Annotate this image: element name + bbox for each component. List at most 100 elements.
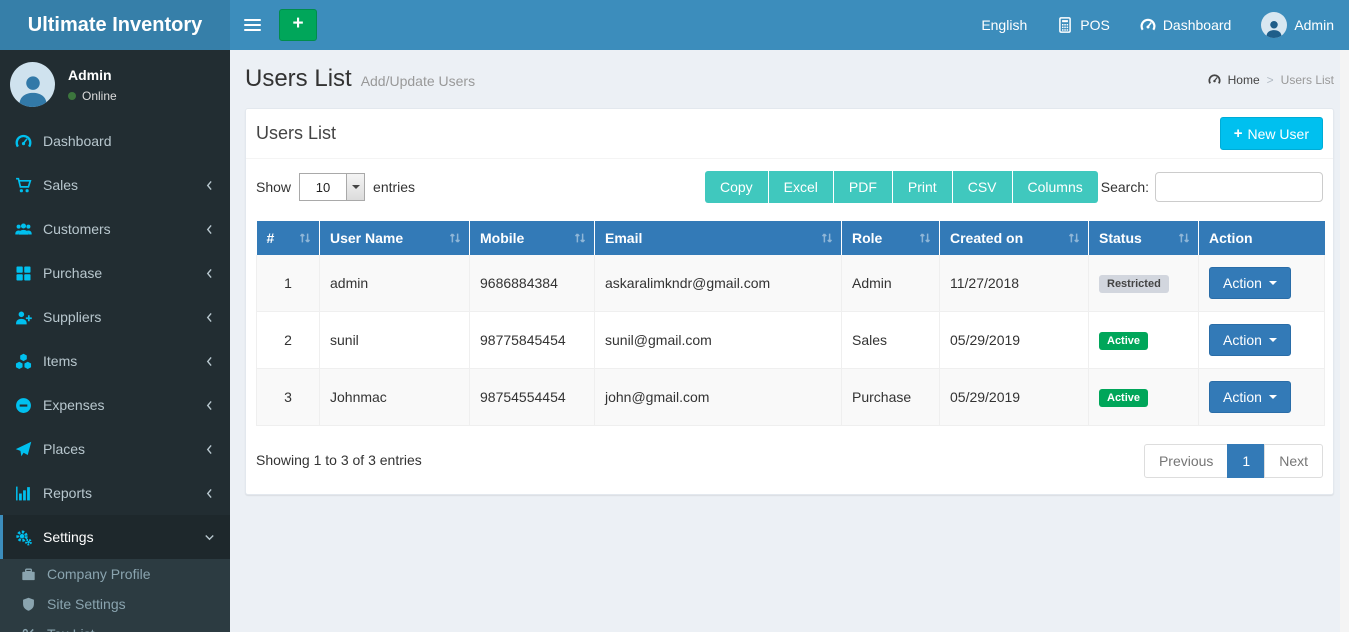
copy-button[interactable]: Copy [705, 171, 769, 203]
chevron-left-icon [203, 223, 216, 236]
tachometer-icon [1208, 73, 1221, 86]
sidebar-item-tax-list[interactable]: Tax List [0, 619, 230, 632]
page-title: Users List [245, 65, 352, 93]
column-header-created[interactable]: Created on [940, 221, 1089, 255]
cell-role: Sales [842, 312, 940, 369]
cell-mobile: 98754554454 [470, 369, 595, 426]
pagination-page-1[interactable]: 1 [1227, 444, 1265, 478]
shield-icon [21, 597, 36, 612]
quick-add-button[interactable]: + [279, 9, 317, 41]
print-button[interactable]: Print [893, 171, 953, 203]
sidebar-item-settings[interactable]: Settings [0, 515, 230, 559]
submenu-item-label: Company Profile [47, 566, 151, 582]
status-badge: Restricted [1099, 275, 1169, 293]
plus-icon: + [1234, 125, 1243, 142]
row-action-button[interactable]: Action [1209, 381, 1291, 413]
briefcase-icon [21, 567, 36, 582]
percent-icon [21, 627, 36, 632]
entries-label: entries [373, 179, 415, 195]
excel-button[interactable]: Excel [769, 171, 834, 203]
sort-icon [918, 231, 932, 245]
cell-role: Purchase [842, 369, 940, 426]
sidebar-toggle-icon[interactable] [230, 0, 275, 50]
new-user-button[interactable]: + New User [1220, 117, 1323, 150]
nav-dashboard[interactable]: Dashboard [1125, 0, 1247, 50]
breadcrumb: Home > Users List [1208, 73, 1334, 87]
sidebar-item-label: Places [43, 441, 85, 457]
sidebar-item-customers[interactable]: Customers [0, 207, 230, 251]
chevron-down-icon [203, 531, 216, 544]
table-row: 1 admin 9686884384 askaralimkndr@gmail.c… [257, 255, 1325, 312]
sidebar-item-suppliers[interactable]: Suppliers [0, 295, 230, 339]
sidebar-item-label: Items [43, 353, 77, 369]
sidebar-item-dashboard[interactable]: Dashboard [0, 119, 230, 163]
sidebar-item-items[interactable]: Items [0, 339, 230, 383]
online-status-dot [68, 92, 76, 100]
content-header: Users List Add/Update Users Home > Users… [230, 50, 1349, 108]
column-header-username[interactable]: User Name [320, 221, 470, 255]
sidebar-item-purchase[interactable]: Purchase [0, 251, 230, 295]
table-row: 2 sunil 98775845454 sunil@gmail.com Sale… [257, 312, 1325, 369]
page-length-select[interactable]: 10 [299, 173, 365, 201]
nav-language-label: English [981, 17, 1027, 33]
columns-button[interactable]: Columns [1013, 171, 1098, 203]
sort-icon [820, 231, 834, 245]
column-header-mobile[interactable]: Mobile [470, 221, 595, 255]
sidebar-item-site-settings[interactable]: Site Settings [0, 589, 230, 619]
sidebar-item-reports[interactable]: Reports [0, 471, 230, 515]
column-header-num[interactable]: # [257, 221, 320, 255]
row-action-button[interactable]: Action [1209, 267, 1291, 299]
sidebar-user-status: Online [82, 89, 117, 103]
show-label: Show [256, 179, 291, 195]
cubes-icon [15, 353, 32, 370]
nav-language[interactable]: English [966, 0, 1042, 50]
cell-num: 1 [257, 255, 320, 312]
sidebar-menu: Dashboard Sales Customers Purchase Suppl… [0, 119, 230, 559]
column-header-role[interactable]: Role [842, 221, 940, 255]
pdf-button[interactable]: PDF [834, 171, 893, 203]
scrollbar-track[interactable] [1340, 50, 1349, 632]
cell-username: admin [320, 255, 470, 312]
pagination: Previous 1 Next [1144, 444, 1323, 478]
export-button-group: Copy Excel PDF Print CSV Columns [705, 171, 1098, 203]
bar-chart-icon [15, 485, 32, 502]
sidebar-item-sales[interactable]: Sales [0, 163, 230, 207]
nav-pos[interactable]: POS [1042, 0, 1125, 50]
paper-plane-icon [15, 441, 32, 458]
pagination-previous[interactable]: Previous [1144, 444, 1228, 478]
sidebar-item-expenses[interactable]: Expenses [0, 383, 230, 427]
nav-user-menu[interactable]: Admin [1246, 0, 1349, 50]
sidebar-item-label: Sales [43, 177, 78, 193]
status-badge: Active [1099, 332, 1148, 350]
calculator-icon [1057, 17, 1073, 33]
column-header-email[interactable]: Email [595, 221, 842, 255]
sidebar-avatar [10, 62, 55, 107]
csv-button[interactable]: CSV [953, 171, 1013, 203]
page-subtitle: Add/Update Users [361, 73, 475, 89]
panel-header: Users List + New User [246, 109, 1333, 159]
table-row: 3 Johnmac 98754554454 john@gmail.com Pur… [257, 369, 1325, 426]
status-badge: Active [1099, 389, 1148, 407]
cell-email: sunil@gmail.com [595, 312, 842, 369]
sidebar-item-places[interactable]: Places [0, 427, 230, 471]
cell-created: 05/29/2019 [940, 312, 1089, 369]
sidebar-item-label: Settings [43, 529, 94, 545]
chevron-left-icon [203, 179, 216, 192]
sidebar-item-company-profile[interactable]: Company Profile [0, 559, 230, 589]
breadcrumb-home[interactable]: Home [1228, 73, 1260, 87]
cell-num: 2 [257, 312, 320, 369]
row-action-button[interactable]: Action [1209, 324, 1291, 356]
page-length-control: Show 10 entries [256, 173, 415, 201]
submenu-item-label: Site Settings [47, 596, 126, 612]
caret-down-icon [1269, 395, 1277, 403]
search-label: Search: [1101, 179, 1149, 195]
content-area: Users List Add/Update Users Home > Users… [230, 50, 1349, 632]
breadcrumb-current: Users List [1281, 73, 1334, 87]
users-list-panel: Users List + New User Show 10 entries Co… [245, 108, 1334, 495]
column-header-status[interactable]: Status [1089, 221, 1199, 255]
search-input[interactable] [1155, 172, 1323, 202]
pagination-next[interactable]: Next [1264, 444, 1323, 478]
cell-created: 11/27/2018 [940, 255, 1089, 312]
app-logo[interactable]: Ultimate Inventory [0, 0, 230, 50]
sidebar: Admin Online Dashboard Sales Customers P… [0, 50, 230, 632]
